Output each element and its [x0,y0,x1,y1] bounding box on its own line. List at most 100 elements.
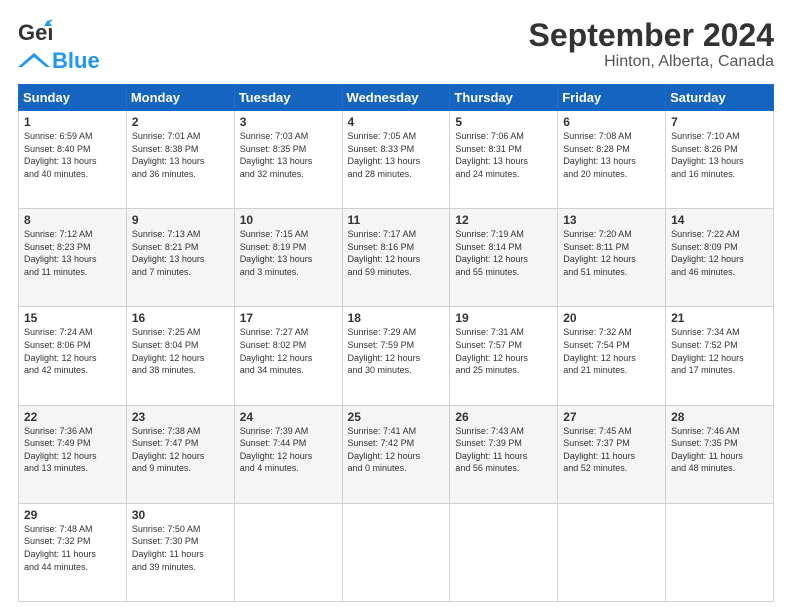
cell-info: Sunrise: 7:31 AMSunset: 7:57 PMDaylight:… [455,326,552,376]
day-number: 16 [132,311,229,325]
table-row: 15Sunrise: 7:24 AMSunset: 8:06 PMDayligh… [19,307,127,405]
table-row: 30Sunrise: 7:50 AMSunset: 7:30 PMDayligh… [126,503,234,601]
title-block: September 2024 Hinton, Alberta, Canada [529,18,774,71]
cell-info: Sunrise: 7:39 AMSunset: 7:44 PMDaylight:… [240,425,337,475]
day-number: 21 [671,311,768,325]
col-wednesday: Wednesday [342,85,450,111]
table-row: 18Sunrise: 7:29 AMSunset: 7:59 PMDayligh… [342,307,450,405]
table-row [234,503,342,601]
week-row-4: 22Sunrise: 7:36 AMSunset: 7:49 PMDayligh… [19,405,774,503]
table-row: 14Sunrise: 7:22 AMSunset: 8:09 PMDayligh… [666,209,774,307]
table-row [558,503,666,601]
day-number: 15 [24,311,121,325]
cell-info: Sunrise: 7:41 AMSunset: 7:42 PMDaylight:… [348,425,445,475]
day-number: 12 [455,213,552,227]
day-number: 30 [132,508,229,522]
week-row-2: 8Sunrise: 7:12 AMSunset: 8:23 PMDaylight… [19,209,774,307]
day-number: 7 [671,115,768,129]
cell-info: Sunrise: 7:48 AMSunset: 7:32 PMDaylight:… [24,523,121,573]
header-row: Sunday Monday Tuesday Wednesday Thursday… [19,85,774,111]
table-row: 9Sunrise: 7:13 AMSunset: 8:21 PMDaylight… [126,209,234,307]
day-number: 26 [455,410,552,424]
cell-info: Sunrise: 7:46 AMSunset: 7:35 PMDaylight:… [671,425,768,475]
table-row: 19Sunrise: 7:31 AMSunset: 7:57 PMDayligh… [450,307,558,405]
cell-info: Sunrise: 7:12 AMSunset: 8:23 PMDaylight:… [24,228,121,278]
table-row: 6Sunrise: 7:08 AMSunset: 8:28 PMDaylight… [558,111,666,209]
table-row: 11Sunrise: 7:17 AMSunset: 8:16 PMDayligh… [342,209,450,307]
day-number: 29 [24,508,121,522]
day-number: 24 [240,410,337,424]
col-monday: Monday [126,85,234,111]
table-row: 29Sunrise: 7:48 AMSunset: 7:32 PMDayligh… [19,503,127,601]
day-number: 22 [24,410,121,424]
cell-info: Sunrise: 7:05 AMSunset: 8:33 PMDaylight:… [348,130,445,180]
table-row [450,503,558,601]
cell-info: Sunrise: 7:20 AMSunset: 8:11 PMDaylight:… [563,228,660,278]
cell-info: Sunrise: 7:17 AMSunset: 8:16 PMDaylight:… [348,228,445,278]
week-row-1: 1Sunrise: 6:59 AMSunset: 8:40 PMDaylight… [19,111,774,209]
table-row: 20Sunrise: 7:32 AMSunset: 7:54 PMDayligh… [558,307,666,405]
calendar-subtitle: Hinton, Alberta, Canada [529,53,774,71]
table-row: 4Sunrise: 7:05 AMSunset: 8:33 PMDaylight… [342,111,450,209]
day-number: 1 [24,115,121,129]
table-row: 23Sunrise: 7:38 AMSunset: 7:47 PMDayligh… [126,405,234,503]
cell-info: Sunrise: 7:24 AMSunset: 8:06 PMDaylight:… [24,326,121,376]
header: General Blue September 2024 Hinton, Albe… [18,18,774,74]
cell-info: Sunrise: 7:36 AMSunset: 7:49 PMDaylight:… [24,425,121,475]
cell-info: Sunrise: 7:29 AMSunset: 7:59 PMDaylight:… [348,326,445,376]
table-row: 10Sunrise: 7:15 AMSunset: 8:19 PMDayligh… [234,209,342,307]
table-row: 17Sunrise: 7:27 AMSunset: 8:02 PMDayligh… [234,307,342,405]
cell-info: Sunrise: 7:03 AMSunset: 8:35 PMDaylight:… [240,130,337,180]
day-number: 10 [240,213,337,227]
cell-info: Sunrise: 7:34 AMSunset: 7:52 PMDaylight:… [671,326,768,376]
col-saturday: Saturday [666,85,774,111]
cell-info: Sunrise: 7:19 AMSunset: 8:14 PMDaylight:… [455,228,552,278]
cell-info: Sunrise: 7:01 AMSunset: 8:38 PMDaylight:… [132,130,229,180]
day-number: 6 [563,115,660,129]
table-row: 27Sunrise: 7:45 AMSunset: 7:37 PMDayligh… [558,405,666,503]
cell-info: Sunrise: 7:08 AMSunset: 8:28 PMDaylight:… [563,130,660,180]
table-row: 12Sunrise: 7:19 AMSunset: 8:14 PMDayligh… [450,209,558,307]
table-row: 28Sunrise: 7:46 AMSunset: 7:35 PMDayligh… [666,405,774,503]
cell-info: Sunrise: 7:43 AMSunset: 7:39 PMDaylight:… [455,425,552,475]
cell-info: Sunrise: 7:25 AMSunset: 8:04 PMDaylight:… [132,326,229,376]
logo-text: Blue [52,48,100,74]
table-row: 8Sunrise: 7:12 AMSunset: 8:23 PMDaylight… [19,209,127,307]
day-number: 19 [455,311,552,325]
day-number: 18 [348,311,445,325]
week-row-3: 15Sunrise: 7:24 AMSunset: 8:06 PMDayligh… [19,307,774,405]
day-number: 3 [240,115,337,129]
col-thursday: Thursday [450,85,558,111]
table-row: 16Sunrise: 7:25 AMSunset: 8:04 PMDayligh… [126,307,234,405]
table-row: 13Sunrise: 7:20 AMSunset: 8:11 PMDayligh… [558,209,666,307]
cell-info: Sunrise: 7:13 AMSunset: 8:21 PMDaylight:… [132,228,229,278]
col-tuesday: Tuesday [234,85,342,111]
col-friday: Friday [558,85,666,111]
table-row: 26Sunrise: 7:43 AMSunset: 7:39 PMDayligh… [450,405,558,503]
table-row [666,503,774,601]
col-sunday: Sunday [19,85,127,111]
day-number: 20 [563,311,660,325]
page: General Blue September 2024 Hinton, Albe… [0,0,792,612]
calendar-table: Sunday Monday Tuesday Wednesday Thursday… [18,84,774,602]
logo-icon: General [18,18,52,48]
day-number: 17 [240,311,337,325]
day-number: 9 [132,213,229,227]
table-row: 25Sunrise: 7:41 AMSunset: 7:42 PMDayligh… [342,405,450,503]
bird-icon [18,53,50,69]
table-row: 3Sunrise: 7:03 AMSunset: 8:35 PMDaylight… [234,111,342,209]
cell-info: Sunrise: 7:27 AMSunset: 8:02 PMDaylight:… [240,326,337,376]
cell-info: Sunrise: 7:15 AMSunset: 8:19 PMDaylight:… [240,228,337,278]
day-number: 2 [132,115,229,129]
day-number: 8 [24,213,121,227]
table-row [342,503,450,601]
day-number: 4 [348,115,445,129]
day-number: 13 [563,213,660,227]
day-number: 27 [563,410,660,424]
table-row: 24Sunrise: 7:39 AMSunset: 7:44 PMDayligh… [234,405,342,503]
cell-info: Sunrise: 7:50 AMSunset: 7:30 PMDaylight:… [132,523,229,573]
day-number: 5 [455,115,552,129]
table-row: 22Sunrise: 7:36 AMSunset: 7:49 PMDayligh… [19,405,127,503]
table-row: 2Sunrise: 7:01 AMSunset: 8:38 PMDaylight… [126,111,234,209]
calendar-title: September 2024 [529,18,774,53]
